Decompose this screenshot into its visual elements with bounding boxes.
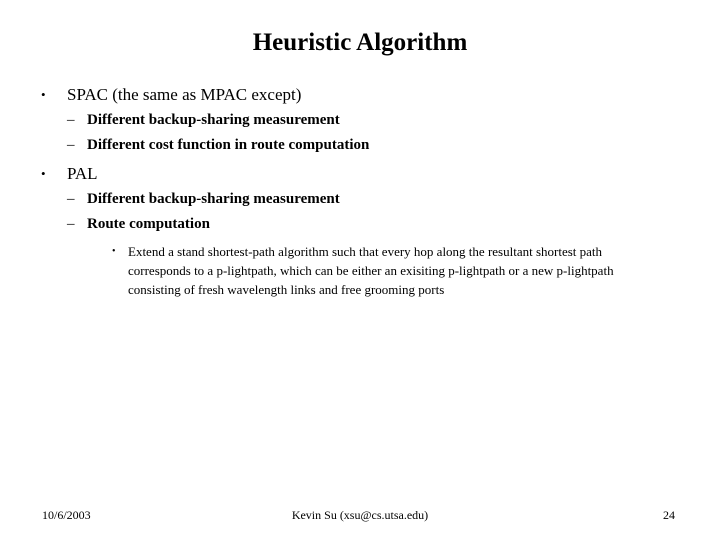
list-item-label: Different backup-sharing measurement <box>87 112 340 128</box>
list-item: • SPAC (the same as MPAC except) <box>36 82 684 108</box>
list-item-label: SPAC (the same as MPAC except) <box>67 85 302 104</box>
slide-footer: 10/6/2003 Kevin Su (xsu@cs.utsa.edu) 24 <box>36 505 684 525</box>
list-item: • Extend a stand shortest-path algorithm… <box>36 242 684 299</box>
list-item: – Different backup-sharing measurement <box>36 108 684 133</box>
list-item-label: Extend a stand shortest-path algorithm s… <box>128 244 614 297</box>
presentation-slide: Heuristic Algorithm • SPAC (the same as … <box>0 0 720 540</box>
footer-author: Kevin Su (xsu@cs.utsa.edu) <box>291 508 429 522</box>
list-item-label: Different backup-sharing measurement <box>87 191 340 207</box>
bullet-level2-icon: – <box>67 191 75 207</box>
bullet-level2-icon: – <box>67 112 75 128</box>
bullet-level1-icon: • <box>41 166 46 181</box>
page-title: Heuristic Algorithm <box>252 29 468 56</box>
bullet-level1-icon: • <box>41 87 46 102</box>
list-item: • PAL <box>36 161 684 187</box>
list-item-label: PAL <box>67 164 98 183</box>
list-item: – Different cost function in route compu… <box>36 133 684 158</box>
slide-body: • SPAC (the same as MPAC except) – Diffe… <box>36 82 684 299</box>
bullet-level2-icon: – <box>67 216 75 232</box>
list-item-label: Different cost function in route computa… <box>87 137 370 153</box>
list-item-label: Route computation <box>87 216 210 232</box>
list-item: – Route computation <box>36 212 684 237</box>
list-item: – Different backup-sharing measurement <box>36 187 684 212</box>
footer-page-number: 24 <box>663 508 675 522</box>
bullet-level2-icon: – <box>67 137 75 153</box>
bullet-level3-icon: • <box>112 246 116 257</box>
